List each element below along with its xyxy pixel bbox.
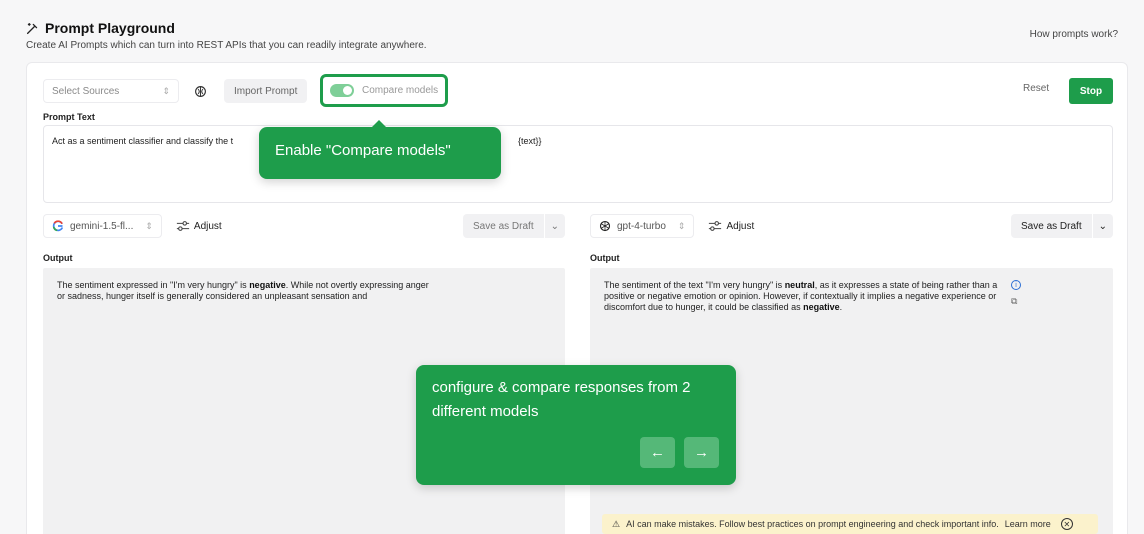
arrow-left-icon: ← xyxy=(650,443,665,461)
right-model-name: gpt-4-turbo xyxy=(617,220,666,232)
updown-caret-icon: ⇕ xyxy=(145,220,153,231)
updown-caret-icon: ⇕ xyxy=(677,220,686,231)
ai-warning-banner: ⚠ AI can make mistakes. Follow best prac… xyxy=(602,514,1098,534)
chevron-down-icon[interactable]: ⌄ xyxy=(1091,214,1113,238)
info-icon[interactable]: i xyxy=(1011,280,1021,290)
left-adjust-button[interactable]: Adjust xyxy=(176,220,222,232)
select-sources-placeholder: Select Sources xyxy=(52,85,120,97)
warning-triangle-icon: ⚠ xyxy=(612,518,621,529)
stop-button[interactable]: Stop xyxy=(1069,78,1113,104)
right-save-draft-label: Save as Draft xyxy=(1021,220,1082,232)
tour-step2-text: configure & compare responses from 2 dif… xyxy=(432,379,691,420)
brain-icon xyxy=(194,85,206,97)
left-save-draft-label: Save as Draft xyxy=(473,220,534,232)
left-output-text: The sentiment expressed in "I'm very hun… xyxy=(57,280,429,301)
left-save-draft-button[interactable]: Save as Draft ⌄ xyxy=(463,214,565,238)
left-model-name: gemini-1.5-fl... xyxy=(70,220,134,232)
left-model-select[interactable]: gemini-1.5-fl... ⇕ xyxy=(43,214,162,238)
compare-models-toggle[interactable]: Compare models xyxy=(320,74,449,107)
right-save-draft-button[interactable]: Save as Draft ⌄ xyxy=(1011,214,1113,238)
sliders-icon xyxy=(176,221,190,231)
prompt-text-label: Prompt Text xyxy=(43,112,95,122)
right-output-text: The sentiment of the text "I'm very hung… xyxy=(604,280,998,312)
tour-step1-text: Enable "Compare models" xyxy=(275,142,451,159)
right-output-label: Output xyxy=(590,253,620,263)
tour-next-button[interactable]: → xyxy=(684,437,719,468)
page-title-text: Prompt Playground xyxy=(45,20,175,36)
chevron-down-icon[interactable]: ⌄ xyxy=(543,214,565,238)
pen-sparkle-icon xyxy=(26,22,38,34)
import-prompt-button[interactable]: Import Prompt xyxy=(224,79,308,103)
right-adjust-label: Adjust xyxy=(726,220,755,232)
response-actions: i ⧉ xyxy=(1011,280,1021,307)
openai-icon xyxy=(599,220,611,232)
compare-models-label: Compare models xyxy=(362,85,439,96)
copy-icon[interactable]: ⧉ xyxy=(1011,296,1021,307)
page-subtitle: Create AI Prompts which can turn into RE… xyxy=(26,40,427,51)
warning-text: AI can make mistakes. Follow best practi… xyxy=(626,518,999,529)
reset-button[interactable]: Reset xyxy=(1023,83,1049,94)
prompt-text-start: Act as a sentiment classifier and classi… xyxy=(52,136,234,146)
left-model-row: gemini-1.5-fl... ⇕ Adjust Save as Draft … xyxy=(43,214,565,238)
app-window: Prompt Playground Create AI Prompts whic… xyxy=(0,0,1144,534)
how-prompts-work-link[interactable]: How prompts work? xyxy=(1030,29,1118,40)
right-adjust-button[interactable]: Adjust xyxy=(708,220,754,232)
right-model-row: gpt-4-turbo ⇕ Adjust Save as Draft ⌄ xyxy=(590,214,1113,238)
learn-more-link[interactable]: Learn more xyxy=(1005,519,1051,530)
tour-tooltip-step2: configure & compare responses from 2 dif… xyxy=(416,365,736,485)
page-title: Prompt Playground xyxy=(26,20,175,36)
sliders-icon xyxy=(709,221,722,231)
select-sources-dropdown[interactable]: Select Sources ⇕ xyxy=(43,79,179,103)
left-adjust-label: Adjust xyxy=(193,220,222,232)
left-output-label: Output xyxy=(43,253,73,263)
google-icon xyxy=(52,220,64,232)
prompt-text-input[interactable]: Act as a sentiment classifier and classi… xyxy=(43,125,1113,203)
updown-caret-icon: ⇕ xyxy=(162,85,170,96)
prompt-text-end: {text}} xyxy=(518,136,542,146)
tour-tooltip-step1: Enable "Compare models" xyxy=(259,120,501,179)
right-model-select[interactable]: gpt-4-turbo ⇕ xyxy=(590,214,695,238)
tour-prev-button[interactable]: ← xyxy=(640,437,675,468)
brain-button[interactable] xyxy=(190,81,210,101)
arrow-right-icon: → xyxy=(694,443,709,461)
toggle-switch[interactable] xyxy=(330,84,354,97)
close-icon[interactable]: ✕ xyxy=(1060,518,1073,530)
